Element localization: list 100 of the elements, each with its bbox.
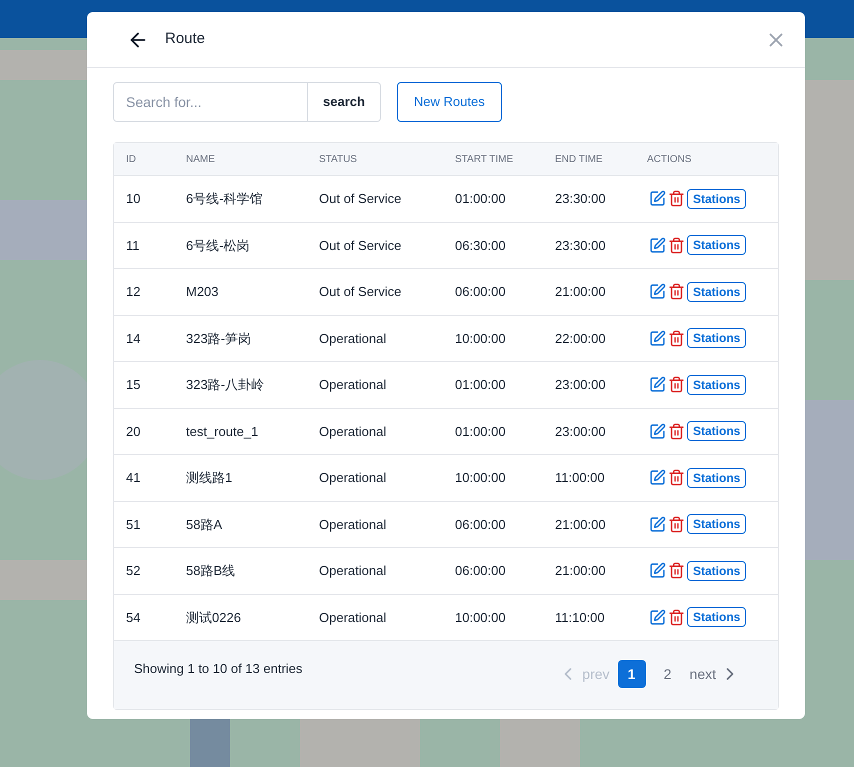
edit-button[interactable] — [649, 330, 666, 347]
edit-button[interactable] — [649, 562, 666, 580]
table-cell-text: Operational — [319, 608, 388, 627]
next-button[interactable]: next — [690, 660, 740, 688]
table-cell-text: Operational — [319, 422, 388, 441]
table-cell-text: 323路-八卦岭 — [186, 376, 266, 394]
trash-icon — [668, 190, 685, 208]
table-cell-text: 01:00:00 — [455, 422, 507, 440]
edit-button[interactable] — [649, 516, 666, 533]
table-cell-text: Operational — [319, 562, 388, 580]
stations-button[interactable]: Stations — [687, 421, 746, 442]
edit-icon — [649, 422, 666, 440]
delete-button[interactable] — [668, 516, 685, 533]
table-cell-text: 23:00:00 — [555, 422, 607, 440]
table-cell-text: Operational — [319, 516, 388, 534]
stations-button[interactable]: Stations — [687, 188, 746, 209]
edit-icon — [649, 236, 666, 254]
table-cell-text: 323路-笋岗 — [186, 330, 252, 348]
stations-button[interactable]: Stations — [687, 235, 746, 256]
edit-button[interactable] — [649, 376, 666, 394]
trash-icon — [668, 516, 685, 533]
search-button[interactable]: search — [308, 82, 381, 122]
edit-icon — [649, 516, 666, 533]
stations-button[interactable]: Stations — [687, 468, 746, 488]
search-field[interactable]: Search for... — [113, 82, 308, 122]
delete-button[interactable] — [668, 283, 685, 300]
delete-button[interactable] — [668, 608, 685, 626]
table-cell-text: Out of Service — [319, 283, 402, 301]
table-cell-text: 06:00:00 — [455, 516, 507, 534]
table-cell-text: 41 — [126, 469, 142, 487]
stations-button[interactable]: Stations — [687, 514, 746, 534]
trash-icon — [668, 562, 685, 580]
table-cell-text: Out of Service — [319, 236, 402, 254]
table-cell-text: 15 — [126, 376, 142, 394]
edit-button[interactable] — [649, 422, 666, 440]
column-header: START TIME — [455, 152, 514, 166]
table-cell-text: Operational — [319, 469, 388, 487]
table-cell-text: Operational — [319, 330, 388, 348]
delete-button[interactable] — [668, 469, 685, 486]
column-header: END TIME — [555, 152, 604, 166]
table-cell-text: 10:00:00 — [455, 469, 507, 487]
page-button[interactable]: 2 — [654, 660, 682, 688]
table-cell-text: 22:00:00 — [555, 330, 607, 348]
stations-button[interactable]: Stations — [687, 282, 746, 302]
edit-icon — [649, 283, 666, 300]
table-cell-text: 10:00:00 — [455, 330, 507, 348]
table-cell-text: 01:00:00 — [455, 376, 507, 394]
edit-icon — [649, 330, 666, 347]
table-cell-text: 52 — [126, 562, 142, 580]
stations-button[interactable]: Stations — [687, 560, 746, 581]
trash-icon — [668, 330, 685, 347]
table-cell-text: 6号线-松岗 — [186, 236, 251, 254]
table-cell-text: M203 — [186, 283, 220, 301]
trash-icon — [668, 283, 685, 300]
edit-button[interactable] — [649, 283, 666, 300]
edit-icon — [649, 190, 666, 208]
stations-button[interactable]: Stations — [687, 607, 746, 628]
edit-button[interactable] — [649, 190, 666, 208]
column-header: ID — [126, 152, 137, 166]
stations-button[interactable]: Stations — [687, 328, 746, 348]
page-button[interactable]: 1 — [618, 660, 646, 688]
table-cell-text: 51 — [126, 516, 142, 534]
edit-button[interactable] — [649, 469, 666, 486]
table-cell-text: Operational — [319, 376, 388, 394]
table-cell-text: 01:00:00 — [455, 190, 507, 208]
table-cell-text: 58路B线 — [186, 562, 236, 580]
table-cell-text: Out of Service — [319, 190, 402, 208]
trash-icon — [668, 376, 685, 394]
table-cell-text: 6号线-科学馆 — [186, 190, 264, 208]
delete-button[interactable] — [668, 236, 685, 254]
table-cell-text: 21:00:00 — [555, 516, 607, 534]
trash-icon — [668, 608, 685, 626]
table-cell-text: 06:00:00 — [455, 283, 507, 301]
column-header: NAME — [186, 152, 216, 166]
table-cell-text: 14 — [126, 330, 142, 348]
delete-button[interactable] — [668, 330, 685, 347]
table-cell-text: 11 — [126, 236, 140, 254]
edit-button[interactable] — [649, 236, 666, 254]
trash-icon — [668, 469, 685, 486]
delete-button[interactable] — [668, 422, 685, 440]
new-routes-button[interactable]: New Routes — [396, 82, 502, 122]
table-cell-text: 06:30:00 — [455, 236, 507, 254]
table-cell-text: 12 — [126, 283, 142, 301]
delete-button[interactable] — [668, 376, 685, 394]
table-cell-text: 23:30:00 — [555, 236, 607, 254]
stations-button[interactable]: Stations — [687, 374, 746, 395]
column-header: STATUS — [319, 152, 358, 166]
edit-icon — [649, 562, 666, 580]
delete-button[interactable] — [668, 190, 685, 208]
table-cell-text: 10 — [126, 190, 142, 208]
table-cell-text: 10:00:00 — [455, 608, 507, 626]
edit-icon — [649, 376, 666, 394]
table-cell-text: 23:30:00 — [555, 190, 607, 208]
edit-button[interactable] — [649, 608, 666, 626]
column-header: ACTIONS — [647, 152, 692, 166]
dialog-title: Route — [165, 29, 206, 50]
table-cell-text: 06:00:00 — [455, 562, 507, 580]
table-cell-text: 21:00:00 — [555, 283, 607, 301]
delete-button[interactable] — [668, 562, 685, 580]
table-cell-text: 测线路1 — [186, 469, 234, 487]
